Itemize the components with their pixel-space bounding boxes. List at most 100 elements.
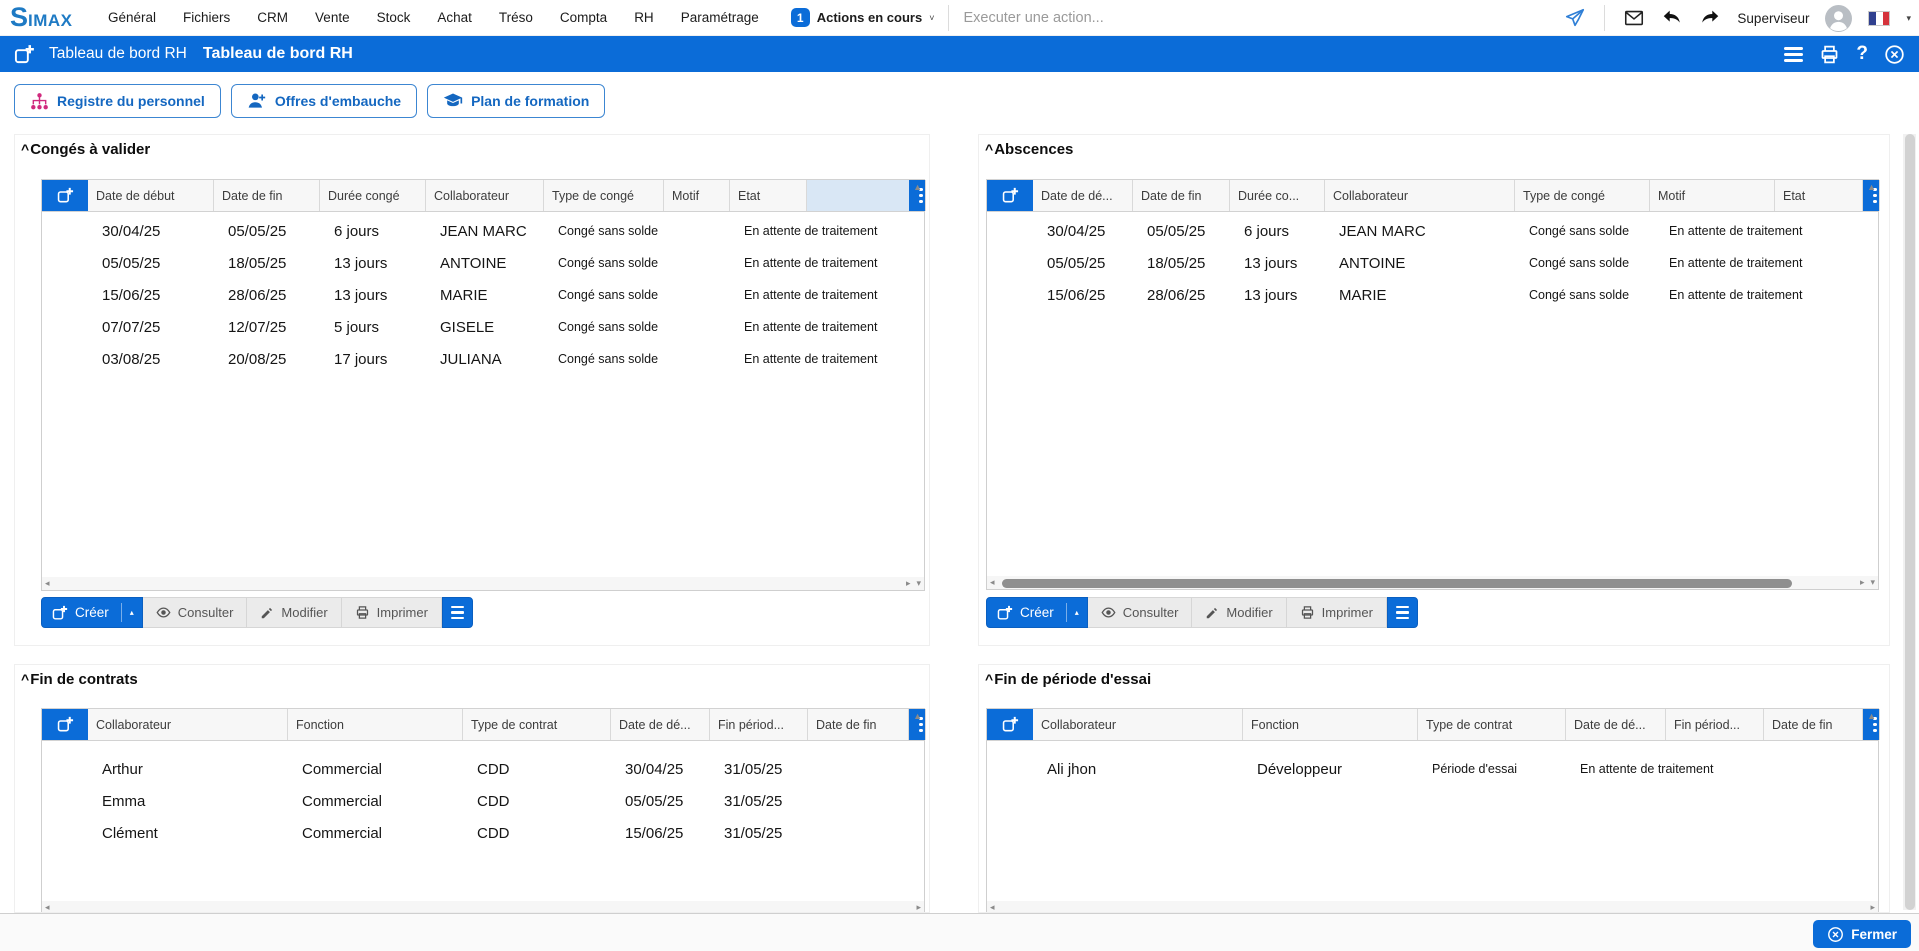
menu-compta[interactable]: Compta bbox=[560, 10, 607, 25]
scroll-up-icon[interactable]: ▲ bbox=[1867, 182, 1876, 192]
column-header[interactable]: Motif bbox=[1650, 180, 1775, 211]
menu-general[interactable]: Général bbox=[108, 10, 156, 25]
scroll-up-icon[interactable]: ▲ bbox=[913, 182, 922, 192]
column-header[interactable]: Type de contrat bbox=[463, 709, 611, 740]
undo-icon[interactable] bbox=[1661, 7, 1683, 29]
panel-title[interactable]: Fin de période d'essai bbox=[985, 671, 1151, 688]
horizontal-scrollbar[interactable]: ◂ ▸ bbox=[41, 901, 925, 913]
modify-button[interactable]: Modifier bbox=[247, 597, 341, 628]
fermer-button[interactable]: Fermer bbox=[1813, 920, 1911, 948]
scroll-left-icon[interactable]: ◂ bbox=[987, 902, 998, 913]
avatar[interactable] bbox=[1825, 5, 1852, 32]
column-header[interactable]: Collaborateur bbox=[426, 180, 544, 211]
consult-button[interactable]: Consulter bbox=[143, 597, 248, 628]
column-header[interactable]: Durée co... bbox=[1230, 180, 1325, 211]
create-button[interactable]: Créer ▴ bbox=[986, 597, 1088, 628]
open-window-icon[interactable] bbox=[42, 709, 88, 740]
column-header[interactable]: Motif bbox=[664, 180, 730, 211]
table-row[interactable]: 15/06/2528/06/2513 joursMARIECongé sans … bbox=[987, 279, 1878, 311]
open-window-icon[interactable] bbox=[987, 709, 1033, 740]
language-flag-france[interactable] bbox=[1868, 11, 1890, 26]
menu-rh[interactable]: RH bbox=[634, 10, 654, 25]
scrollbar-thumb[interactable] bbox=[1002, 579, 1793, 588]
menu-parametrage[interactable]: Paramétrage bbox=[681, 10, 759, 25]
scrollbar-track[interactable] bbox=[998, 901, 1868, 913]
column-header[interactable]: Durée congé bbox=[320, 180, 426, 211]
send-plane-icon[interactable] bbox=[1564, 7, 1586, 29]
print-button[interactable]: Imprimer bbox=[1287, 597, 1387, 628]
scroll-right-icon[interactable]: ▸ bbox=[1867, 902, 1878, 913]
page-scrollbar-thumb[interactable] bbox=[1905, 134, 1915, 910]
offres-embauche-button[interactable]: Offres d'embauche bbox=[231, 84, 417, 118]
envelope-icon[interactable] bbox=[1623, 7, 1645, 29]
create-button[interactable]: Créer ▴ bbox=[41, 597, 143, 628]
scroll-up-icon[interactable]: ▲ bbox=[1867, 711, 1876, 721]
column-header[interactable]: Type de contrat bbox=[1418, 709, 1566, 740]
scroll-right-icon[interactable]: ▸ bbox=[903, 578, 914, 589]
column-header[interactable]: Date de fin bbox=[808, 709, 909, 740]
open-window-icon[interactable] bbox=[987, 180, 1033, 211]
printer-icon[interactable] bbox=[1819, 44, 1840, 65]
column-header[interactable]: Collaborateur bbox=[1033, 709, 1243, 740]
scroll-down-icon[interactable]: ▾ bbox=[913, 578, 924, 589]
column-header[interactable]: Type de congé bbox=[544, 180, 664, 211]
horizontal-scrollbar[interactable]: ◂ ▸ ▾ bbox=[41, 577, 925, 591]
consult-button[interactable]: Consulter bbox=[1088, 597, 1193, 628]
command-input[interactable] bbox=[963, 10, 1393, 26]
table-row[interactable]: 05/05/2518/05/2513 joursANTOINECongé san… bbox=[42, 247, 924, 279]
help-icon[interactable]: ? bbox=[1856, 43, 1868, 65]
plan-formation-button[interactable]: Plan de formation bbox=[427, 84, 605, 118]
column-header[interactable]: Date de fin bbox=[214, 180, 320, 211]
print-button[interactable]: Imprimer bbox=[342, 597, 442, 628]
toolbar-menu-button[interactable] bbox=[1387, 597, 1418, 628]
table-row[interactable]: 05/05/2518/05/2513 joursANTOINECongé san… bbox=[987, 247, 1878, 279]
toolbar-menu-button[interactable] bbox=[442, 597, 473, 628]
column-header[interactable]: Date de fin bbox=[1764, 709, 1863, 740]
registre-personnel-button[interactable]: Registre du personnel bbox=[14, 84, 221, 118]
column-header[interactable]: Type de congé bbox=[1515, 180, 1650, 211]
table-row[interactable]: 03/08/2520/08/2517 joursJULIANACongé san… bbox=[42, 343, 924, 375]
table-row[interactable]: 30/04/2505/05/256 joursJEAN MARCCongé sa… bbox=[42, 215, 924, 247]
column-header[interactable]: Etat bbox=[1775, 180, 1863, 211]
column-header[interactable]: Collaborateur bbox=[1325, 180, 1515, 211]
column-header[interactable]: Etat bbox=[730, 180, 807, 211]
column-header[interactable]: Date de dé... bbox=[611, 709, 710, 740]
scrollbar-track[interactable] bbox=[53, 577, 903, 590]
modify-button[interactable]: Modifier bbox=[1192, 597, 1286, 628]
scroll-down-icon[interactable]: ▾ bbox=[1867, 577, 1878, 588]
close-circle-icon[interactable] bbox=[1884, 44, 1905, 65]
scroll-left-icon[interactable]: ◂ bbox=[987, 577, 998, 588]
menu-stock[interactable]: Stock bbox=[377, 10, 411, 25]
column-header[interactable]: Date de fin bbox=[1133, 180, 1230, 211]
column-header[interactable]: Fonction bbox=[1243, 709, 1418, 740]
table-row[interactable]: ClémentCommercialCDD15/06/2531/05/25 bbox=[42, 817, 924, 849]
scrollbar-track[interactable] bbox=[998, 576, 1857, 589]
horizontal-scrollbar[interactable]: ◂ ▸ ▾ bbox=[986, 576, 1879, 590]
table-row[interactable]: 07/07/2512/07/255 joursGISELECongé sans … bbox=[42, 311, 924, 343]
scrollbar-track[interactable] bbox=[53, 901, 914, 913]
table-row[interactable]: 15/06/2528/06/2513 joursMARIECongé sans … bbox=[42, 279, 924, 311]
menu-crm[interactable]: CRM bbox=[257, 10, 288, 25]
scroll-right-icon[interactable]: ▸ bbox=[913, 902, 924, 913]
page-scrollbar[interactable] bbox=[1903, 134, 1916, 910]
menu-achat[interactable]: Achat bbox=[437, 10, 472, 25]
panel-title[interactable]: Abscences bbox=[985, 141, 1073, 158]
menu-treso[interactable]: Tréso bbox=[499, 10, 533, 25]
caret-up-icon[interactable]: ▴ bbox=[130, 608, 134, 617]
redo-icon[interactable] bbox=[1699, 7, 1721, 29]
open-window-icon[interactable] bbox=[14, 44, 35, 65]
table-row[interactable]: 30/04/2505/05/256 joursJEAN MARCCongé sa… bbox=[987, 215, 1878, 247]
horizontal-scrollbar[interactable]: ◂ ▸ bbox=[986, 901, 1879, 913]
scroll-right-icon[interactable]: ▸ bbox=[1857, 577, 1868, 588]
column-header[interactable]: Date de dé... bbox=[1033, 180, 1133, 211]
column-header[interactable]: Fin périod... bbox=[710, 709, 808, 740]
panel-title[interactable]: Fin de contrats bbox=[21, 671, 138, 688]
menu-vente[interactable]: Vente bbox=[315, 10, 350, 25]
table-row[interactable]: Ali jhonDéveloppeurPériode d'essaiEn att… bbox=[987, 753, 1878, 785]
scroll-left-icon[interactable]: ◂ bbox=[42, 578, 53, 589]
table-row[interactable]: ArthurCommercialCDD30/04/2531/05/25 bbox=[42, 753, 924, 785]
breadcrumb[interactable]: Tableau de bord RH bbox=[49, 45, 187, 63]
caret-up-icon[interactable]: ▴ bbox=[1075, 608, 1079, 617]
scroll-left-icon[interactable]: ◂ bbox=[42, 902, 53, 913]
chevron-down-icon[interactable]: ▾ bbox=[1906, 13, 1911, 24]
